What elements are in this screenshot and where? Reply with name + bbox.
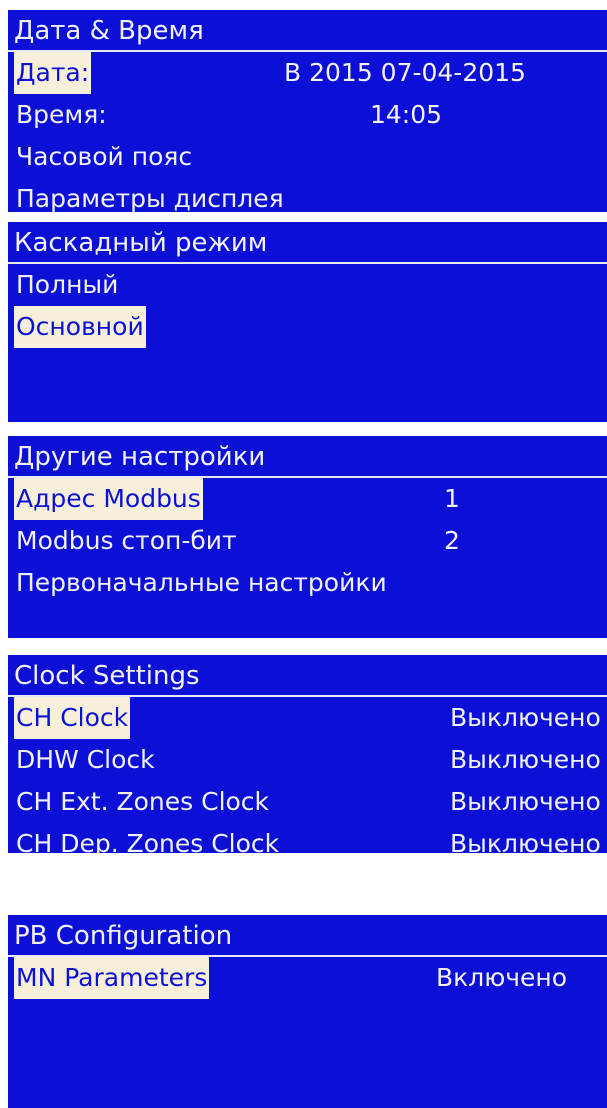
menu-item-basic[interactable]: Основной — [8, 306, 607, 348]
menu-item-value: 14:05 — [370, 100, 443, 129]
menu-item-ch-clock[interactable]: CH Clock Выключено — [8, 697, 607, 739]
menu-item-label: Дата: — [14, 52, 92, 94]
menu-item-value: 1 — [444, 484, 460, 513]
clock-settings-screen: Clock Settings CH Clock Выключено DHW Cl… — [8, 655, 607, 853]
menu-item-label: DHW Clock — [16, 745, 155, 774]
menu-item-ch-ext-zones-clock[interactable]: CH Ext. Zones Clock Выключено — [8, 781, 607, 823]
menu-item-date[interactable]: Дата: В 2015 07-04-2015 — [8, 52, 607, 94]
menu-item-value: Выключено — [450, 745, 601, 774]
menu-item-ch-dep-zones-clock[interactable]: CH Dep. Zones Clock Выключено — [8, 823, 607, 853]
menu-item-label: Адрес Modbus — [14, 478, 203, 520]
other-settings-screen: Другие настройки Адрес Modbus 1 Modbus с… — [8, 436, 607, 638]
menu-item-time[interactable]: Время: 14:05 — [8, 94, 607, 136]
menu-item-mn-parameters[interactable]: MN Parameters Включено — [8, 957, 607, 999]
menu-item-factory-reset[interactable]: Первоначальные настройки — [8, 562, 607, 604]
menu-item-timezone[interactable]: Часовой пояс — [8, 136, 607, 178]
pb-configuration-screen: PB Configuration MN Parameters Включено — [8, 915, 607, 1108]
menu-item-label: Время: — [16, 100, 107, 129]
menu-item-display-settings[interactable]: Параметры дисплея — [8, 178, 607, 212]
menu-item-dhw-clock[interactable]: DHW Clock Выключено — [8, 739, 607, 781]
cascade-mode-screen: Каскадный режим Полный Основной — [8, 222, 607, 422]
screen-title: PB Configuration — [8, 915, 607, 957]
menu-item-label: Полный — [16, 270, 119, 299]
menu-item-label: Часовой пояс — [16, 142, 193, 171]
menu-item-value: Выключено — [450, 787, 601, 816]
menu-item-label: Параметры дисплея — [16, 184, 284, 212]
menu-item-modbus-stop-bit[interactable]: Modbus стоп-бит 2 — [8, 520, 607, 562]
menu-item-label: MN Parameters — [14, 957, 210, 999]
menu-item-label: CH Ext. Zones Clock — [16, 787, 270, 816]
menu-item-label: CH Dep. Zones Clock — [16, 829, 280, 853]
menu-item-value: 2 — [444, 526, 460, 555]
menu-item-label: Modbus стоп-бит — [16, 526, 237, 555]
screen-title: Clock Settings — [8, 655, 607, 697]
menu-item-value: В 2015 07-04-2015 — [284, 58, 526, 87]
screen-title: Другие настройки — [8, 436, 607, 478]
menu-item-label: Основной — [14, 306, 146, 348]
menu-item-value: Выключено — [450, 829, 601, 853]
menu-item-value: Выключено — [450, 703, 601, 732]
menu-item-value: Включено — [436, 963, 568, 992]
menu-item-label: Первоначальные настройки — [16, 568, 387, 597]
date-time-screen: Дата & Время Дата: В 2015 07-04-2015 Вре… — [8, 10, 607, 212]
screen-title: Дата & Время — [8, 10, 607, 52]
screen-title: Каскадный режим — [8, 222, 607, 264]
menu-item-full[interactable]: Полный — [8, 264, 607, 306]
menu-item-modbus-address[interactable]: Адрес Modbus 1 — [8, 478, 607, 520]
menu-item-label: CH Clock — [14, 697, 131, 739]
